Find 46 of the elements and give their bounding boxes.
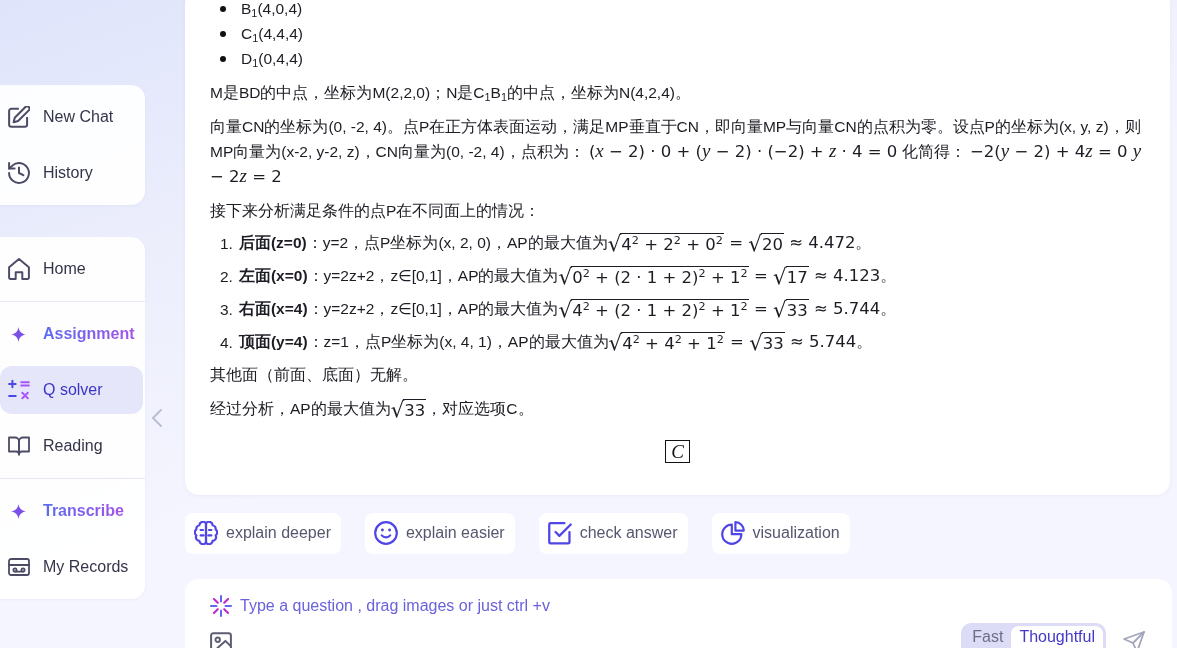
bullet-icon: [220, 30, 226, 37]
cassette-icon: [8, 556, 30, 578]
send-icon[interactable]: [1123, 630, 1145, 648]
suggestion-button[interactable]: check answer: [538, 512, 688, 554]
sidebar-item[interactable]: Reading: [0, 422, 143, 470]
suggestion-button[interactable]: visualization: [711, 512, 850, 554]
pie-chart-icon: [720, 521, 745, 546]
suggestion-button[interactable]: explain easier: [364, 512, 515, 554]
paragraph-text: M是BD的中点，坐标为M(2,2,0)；N是C$_{1}$B$_{1}$的中点，坐标为N(4,2,4)。: [210, 83, 692, 105]
paragraph-text: 其他面（前面、底面）无解。: [210, 365, 419, 385]
sidebar-item[interactable]: Assignment: [0, 310, 143, 358]
smiley-icon: [373, 521, 398, 546]
math-operators-icon: [8, 379, 30, 401]
brain-icon: [194, 521, 218, 546]
list-item-text: D$_{1}$(0,4,4): [241, 48, 304, 71]
sidebar-item[interactable]: History: [0, 149, 143, 197]
checkbox-icon: [547, 521, 572, 546]
mode-option[interactable]: Fast: [964, 625, 1012, 648]
list-number: 3.: [220, 299, 233, 320]
list-number: 1.: [220, 233, 233, 254]
question-input[interactable]: Type a question , drag images or just ctrl +v: [240, 593, 1145, 618]
list-number: 4.: [220, 332, 233, 353]
home-icon: [8, 258, 30, 280]
bullet-icon: [220, 5, 226, 12]
sparkle-burst-icon: [210, 594, 232, 617]
sidebar-item[interactable]: Home: [0, 245, 143, 293]
list-item-text: B$_{1}$(4,0,4): [241, 0, 303, 21]
image-icon[interactable]: [210, 631, 232, 648]
paragraph-text: 向量CN的坐标为(0, -2, 4)。点P在正方体表面运动，满足MP垂直于CN，即向量MP与向量CN的点积为零。设点P的坐标为(x, y, z)，则MP向量为(x-2, y-2, z)，CN向量为(0, -2, 4)，点积为： (x − 2) · 0 + (y − 2) · (−2) + z · 4 = 0 化简得： −2(y − 2) + 4z = 0 y − 2z = 2: [210, 117, 1143, 188]
list-number: 2.: [220, 266, 233, 287]
mode-option[interactable]: Thoughtful: [1011, 625, 1103, 648]
sparkle-icon: [11, 326, 26, 342]
paragraph-text: 接下来分析满足条件的点P在不同面上的情况：: [210, 201, 542, 221]
history-icon: [8, 162, 30, 184]
sidebar-item[interactable]: Transcribe: [0, 487, 143, 535]
suggestion-button[interactable]: explain deeper: [185, 512, 341, 554]
list-item-text: C$_{1}$(4,4,4): [241, 23, 304, 46]
boxed-answer: C: [665, 439, 690, 463]
open-book-icon: [8, 435, 30, 457]
sparkle-icon: [11, 503, 26, 519]
sidebar-item[interactable]: New Chat: [0, 93, 143, 141]
sidebar-item[interactable]: My Records: [0, 543, 143, 591]
bullet-icon: [220, 55, 226, 62]
pencil-square-icon: [8, 106, 30, 128]
chevron-left-icon[interactable]: [152, 408, 162, 428]
sidebar-item[interactable]: Q solver: [0, 366, 143, 414]
